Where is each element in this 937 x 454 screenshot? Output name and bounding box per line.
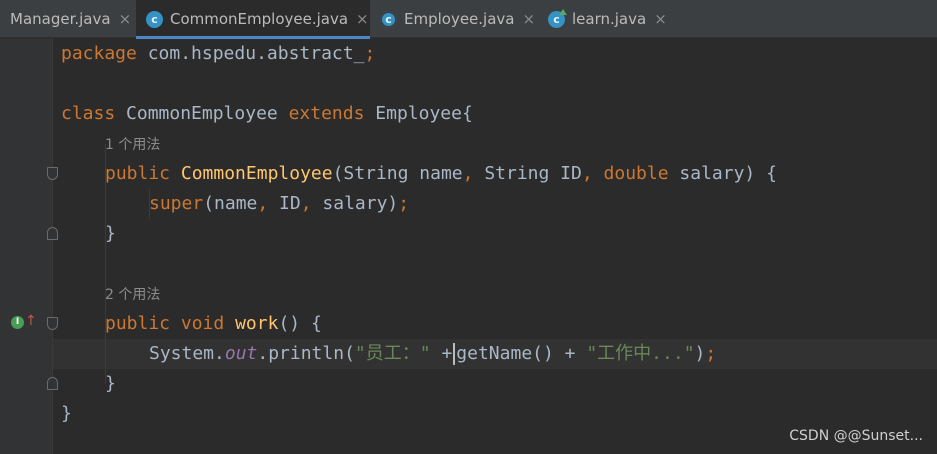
implements-method-icon[interactable]: I ↑: [11, 313, 37, 331]
close-icon[interactable]: ×: [356, 10, 369, 28]
code-line-super: super(name, ID, salary);: [149, 193, 410, 214]
line-gutter[interactable]: [0, 39, 52, 454]
code-line-1: package com.hspedu.abstract_;: [61, 43, 376, 64]
tab-learn-java[interactable]: c learn.java ×: [538, 0, 678, 38]
usages-hint[interactable]: 2 个用法: [105, 279, 160, 309]
tab-manager-java[interactable]: Manager.java ×: [0, 0, 136, 38]
close-icon[interactable]: ×: [523, 10, 536, 28]
tab-employee-java[interactable]: c Employee.java ×: [370, 0, 538, 38]
code-line-constructor: public CommonEmployee(String name, Strin…: [105, 163, 777, 184]
close-icon[interactable]: ×: [119, 10, 132, 28]
class-icon: c: [146, 10, 163, 28]
watermark: CSDN @@Sunset...: [789, 428, 923, 444]
tab-label: Manager.java: [10, 10, 111, 28]
code-line-close-brace: }: [105, 373, 116, 394]
text-caret: [453, 343, 456, 365]
runnable-class-icon: c: [548, 8, 567, 28]
code-line-close-brace: }: [105, 223, 116, 244]
code-line-3: class CommonEmployee extends Employee{: [61, 103, 473, 124]
code-line-println: System.out.println("员工：" + getName() + "工…: [149, 343, 717, 365]
editor-tab-bar: Manager.java × c CommonEmployee.java × c…: [0, 0, 937, 39]
usages-hint[interactable]: 1 个用法: [105, 129, 160, 159]
tab-label: learn.java: [572, 10, 647, 28]
abstract-class-icon: c: [380, 10, 397, 28]
tab-label: CommonEmployee.java: [170, 10, 349, 28]
close-icon[interactable]: ×: [654, 10, 667, 28]
code-line-work-method: public void work() {: [105, 313, 322, 334]
tab-commonemployee-java[interactable]: c CommonEmployee.java ×: [136, 0, 370, 39]
tab-label: Employee.java: [404, 10, 515, 28]
code-line-class-close: }: [61, 403, 72, 424]
code-editor[interactable]: package com.hspedu.abstract_; class Comm…: [53, 39, 937, 454]
